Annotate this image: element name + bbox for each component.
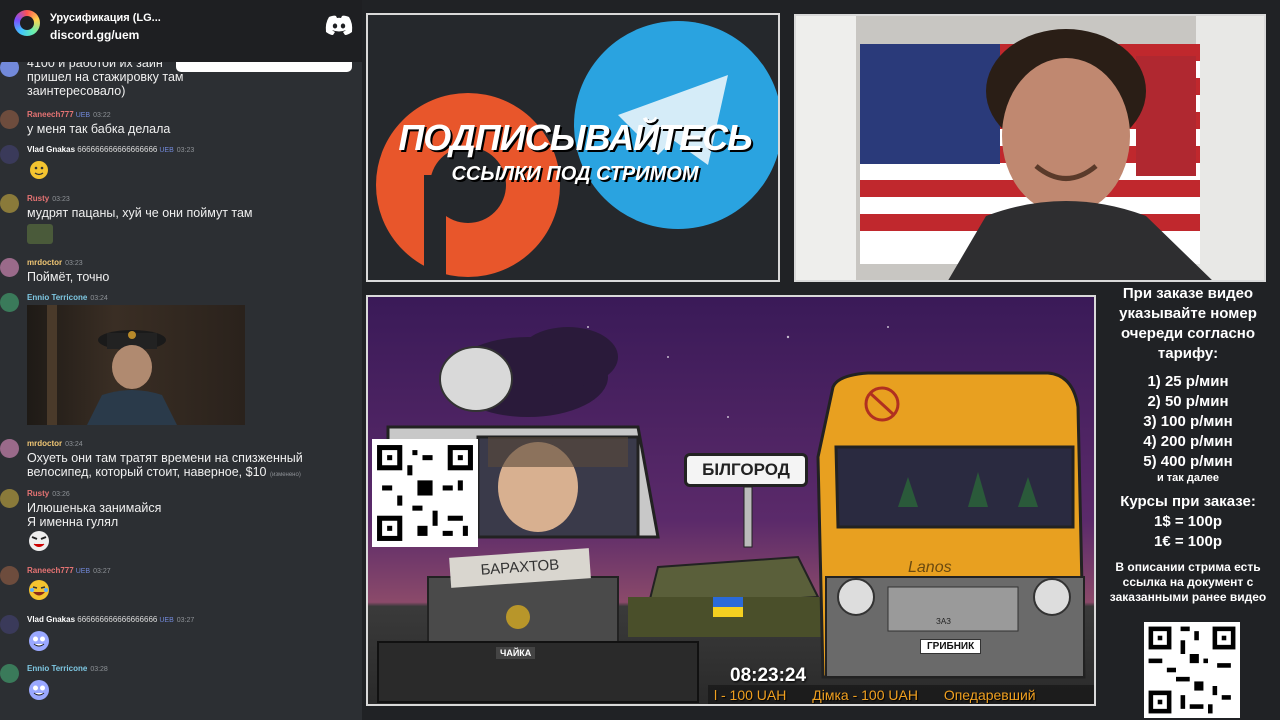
qr-code-icon (1144, 622, 1240, 718)
message-text: Поймёт, точно (27, 270, 110, 284)
qr-code[interactable] (1144, 622, 1240, 718)
tariff-item: 1) 25 р/мин (1147, 373, 1229, 390)
promo-panel: ПОДПИСЫВАЙТЕСЬ ССЫЛКИ ПОД СТРИМОМ (366, 13, 780, 282)
rates-title: Курсы при заказе: (1120, 493, 1256, 510)
order-info: При заказе видео указывайте номер очеред… (1096, 284, 1280, 720)
qr-code[interactable] (372, 439, 478, 547)
chat-panel: 4100 и работой их заин пришел на стажиро… (0, 0, 362, 720)
emoji-sticker (27, 159, 53, 183)
emoji-sticker (27, 678, 53, 702)
engine-label: ЧАЙКА (496, 647, 536, 659)
tariff-item: 4) 200 р/мин (1143, 433, 1233, 450)
discord-invite-widget[interactable]: Урусификация (LG... discord.gg/uem (0, 0, 362, 72)
avatar (0, 439, 19, 458)
invite-link[interactable]: discord.gg/uem (50, 28, 139, 42)
emoji-sticker (27, 224, 53, 244)
webcam-feed (794, 14, 1266, 282)
emoji-sticker (27, 529, 53, 553)
avatar (0, 293, 19, 312)
message-text: у меня так бабка делала (27, 122, 171, 136)
van-brand: Lanos (908, 559, 952, 576)
avatar (0, 258, 19, 277)
avatar (0, 145, 19, 164)
tariff-etc: и так далее (1156, 472, 1220, 484)
avatar (0, 110, 19, 129)
order-intro: При заказе видео указывайте номер очеред… (1119, 285, 1257, 362)
rate-eur: 1€ = 100р (1154, 533, 1222, 550)
avatar (0, 566, 19, 585)
discord-icon (325, 15, 353, 35)
widget-bar (176, 62, 352, 72)
promo-title: ПОДПИСЫВАЙТЕСЬ (398, 117, 752, 158)
webcam-image (796, 16, 1264, 280)
server-icon (14, 10, 40, 36)
scene-panel: БІЛГОРОД БАРАХТОВ ЧАЙКА Lanos ЗАЗ ГРИБНИ… (366, 295, 1096, 706)
license-plate: ГРИБНИК (920, 639, 982, 654)
stream-clock: 08:23:24 (730, 665, 807, 686)
server-title: Урусификация (LG... (50, 12, 161, 24)
promo-subtitle: ССЫЛКИ ПОД СТРИМОМ (451, 163, 699, 185)
message-text: Охуеть они там тратят времени на спизжен… (27, 451, 303, 479)
tariff-item: 5) 400 р/мин (1143, 453, 1233, 470)
ticker-item: l - 100 UAH (714, 687, 787, 703)
avatar (0, 489, 19, 508)
emoji-sticker (27, 629, 53, 653)
avatar (0, 615, 19, 634)
ticker-item: Дімка - 100 UAH (812, 687, 918, 703)
satellite-dish-icon (439, 346, 513, 412)
qr-code-icon (372, 440, 478, 546)
emoji-sticker (27, 578, 53, 602)
tariff-item: 2) 50 р/мин (1147, 393, 1229, 410)
message-text: мудрят пацаны, хуй че они поймут там (27, 206, 253, 220)
tariff-list: 1) 25 р/мин 2) 50 р/мин 3) 100 р/мин 4) … (1096, 372, 1280, 472)
ticker-item: Опедаревший (943, 687, 1036, 703)
avatar (0, 194, 19, 213)
message-text: Илюшенька занимайся Я именна гулял (27, 501, 162, 529)
city-sign: БІЛГОРОД (684, 453, 808, 487)
donation-ticker: l - 100 UAH Дімка - 100 UAH Опедаревший (714, 687, 1094, 703)
van-maker: ЗАЗ (936, 617, 951, 626)
tariff-item: 3) 100 р/мин (1143, 413, 1233, 430)
order-outro: В описании стрима есть ссылка на докумен… (1109, 560, 1267, 604)
rate-usd: 1$ = 100р (1154, 513, 1222, 530)
avatar (0, 664, 19, 683)
attached-image[interactable] (27, 305, 245, 425)
